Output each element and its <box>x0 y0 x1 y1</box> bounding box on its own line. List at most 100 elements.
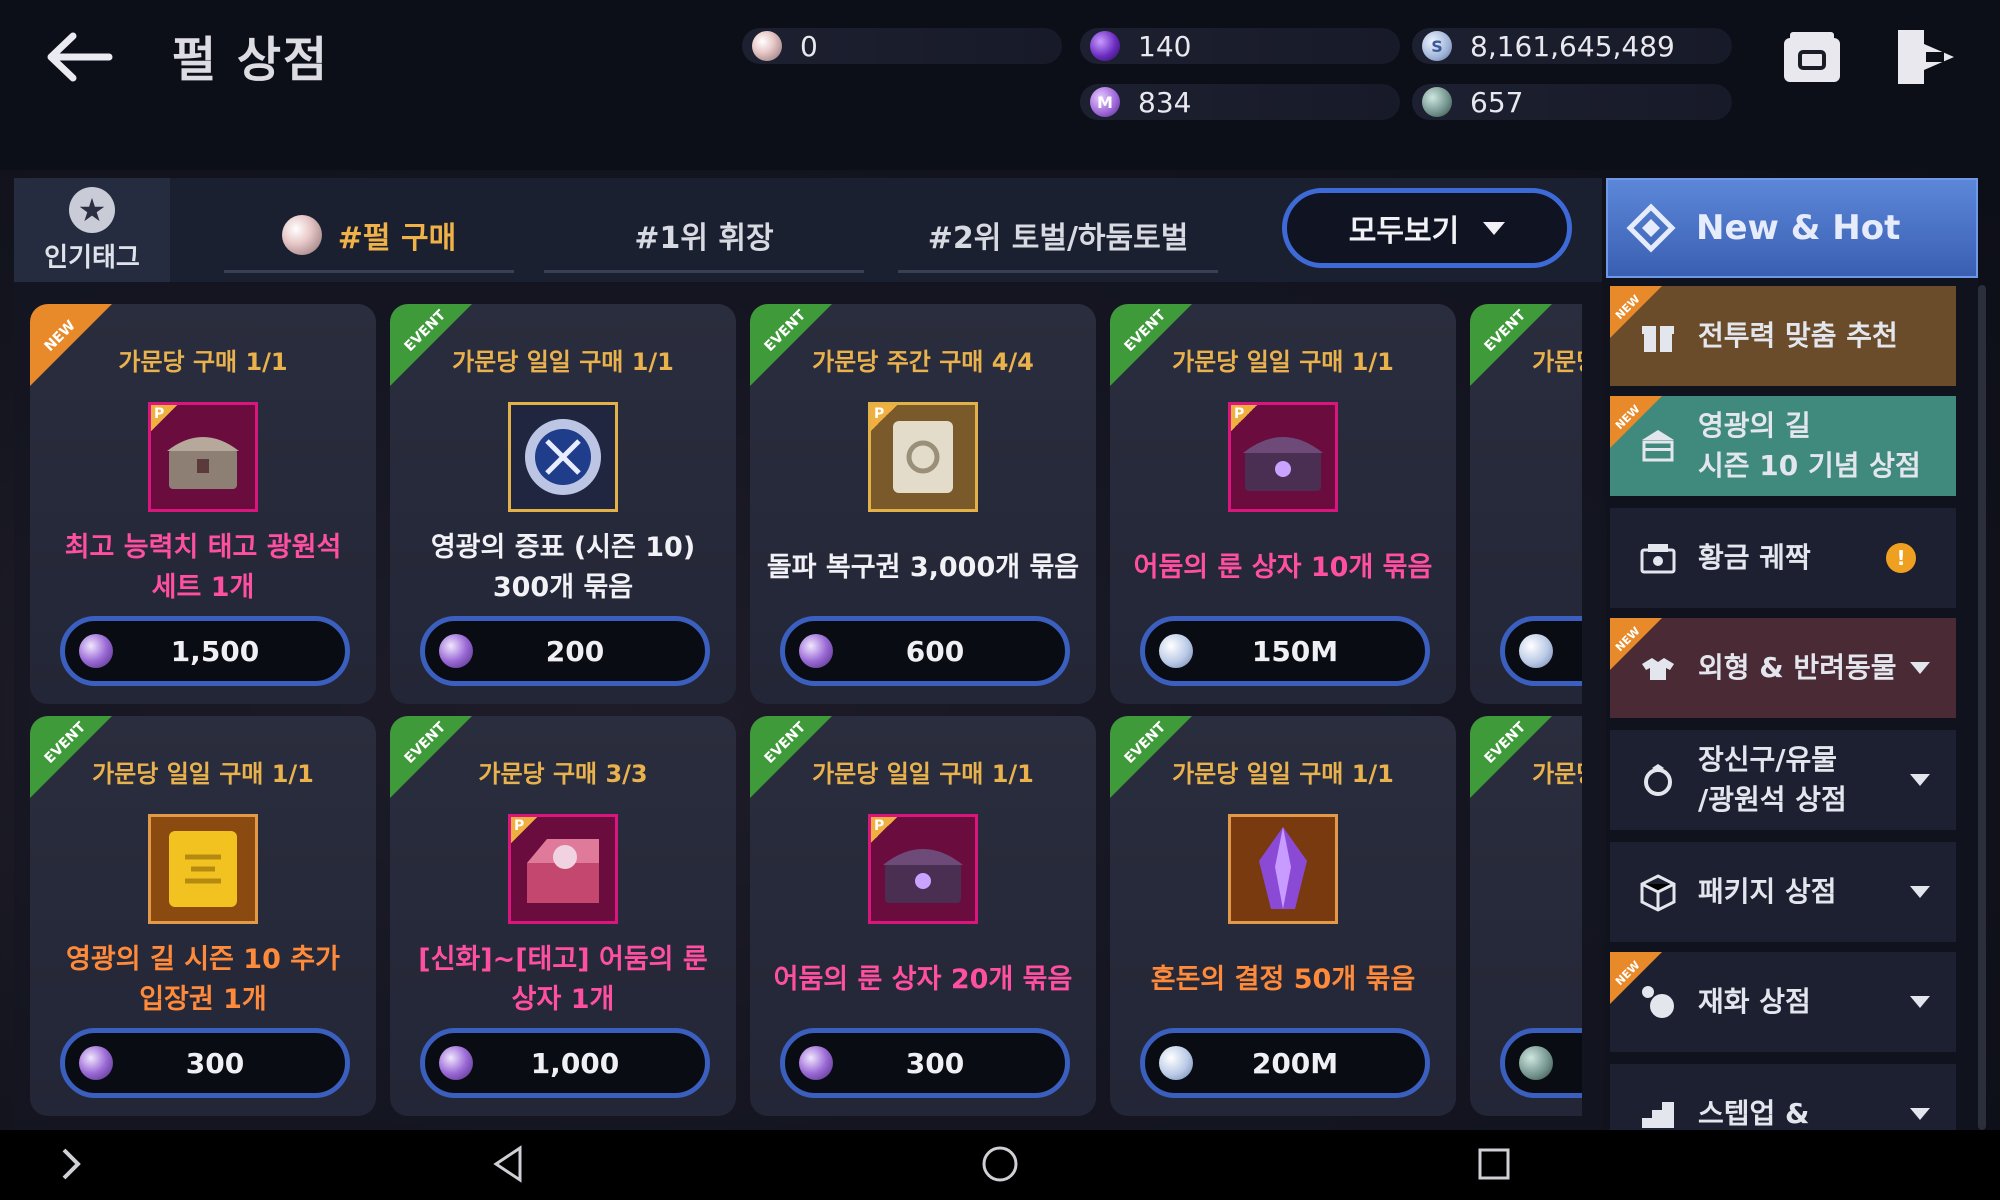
pearl-amount: 0 <box>800 29 818 63</box>
top-bar: 펄 상점 0 140 S 8,161,645,489 M 834 657 <box>0 0 2000 170</box>
silver-currency-icon <box>1519 634 1553 668</box>
item-name: 영광의 증표 (시즌 10) 300개 묶음 <box>400 528 726 608</box>
premium-badge: P <box>871 405 897 431</box>
purchase-limit: 가문당 일일 구매 1/1 <box>1172 348 1394 376</box>
item-thumbnail: P <box>148 402 258 512</box>
purple-currency-icon <box>79 1046 113 1080</box>
price-button[interactable]: 150M <box>1140 616 1430 686</box>
caret-down-icon <box>1910 996 1930 1008</box>
purple-currency-icon <box>79 634 113 668</box>
item-name-line: 최고 능력치 태고 광원석 <box>64 532 342 563</box>
item-name: 어둠의 룬 상자 10개 묶음 <box>1120 548 1446 588</box>
product-card[interactable]: EVENT 가문당 구매 3/3 P [신화]~[태고] 어둠의 룬 상자 1개 1,00… <box>390 716 736 1116</box>
mileage-currency: M 834 <box>1080 84 1400 120</box>
silver-amount: 8,161,645,489 <box>1470 29 1675 63</box>
pearl-currency: 0 <box>742 28 1062 64</box>
item-name: 최고 능력치 태고 광원석 세트 1개 <box>40 528 366 608</box>
product-card[interactable]: EVENT 가문당 일일 구매 1/1 혼돈의 결정 50개 묶음 200M <box>1110 716 1456 1116</box>
product-card[interactable]: EVENT 가문당 일일 구매 1/1 영광의 길 시즌 10 추가 입장권 1개 30… <box>30 716 376 1116</box>
price-button[interactable]: 1,000 <box>420 1028 710 1098</box>
new-ribbon: NEW <box>1610 396 1670 456</box>
view-all-dropdown[interactable]: 모두보기 <box>1282 188 1572 268</box>
purchase-limit: 가문당 주간 구매 4/4 <box>812 348 1034 376</box>
product-grid: NEW 가문당 구매 1/1 P 최고 능력치 태고 광원석 세트 1개 1,500 EVE… <box>14 282 1582 1130</box>
side-menu-label-line: 장신구/유물 <box>1698 743 1838 776</box>
side-menu-item[interactable]: 스텝업 & <box>1610 1064 1956 1130</box>
product-card[interactable]: EVENT 가문당 일일 구매 1/1 영광의 증표 (시즌 10) 300개 묶음 2… <box>390 304 736 704</box>
nav-home-icon[interactable] <box>980 1144 1020 1184</box>
item-name: [신화]~[태고] 어둠의 룬 상자 1개 <box>400 940 726 1020</box>
price-button[interactable] <box>1500 1028 1582 1098</box>
price-button[interactable]: 600 <box>780 616 1070 686</box>
side-menu-label-line: 외형 & 반려동물 <box>1698 651 1897 684</box>
purple-currency-icon <box>439 1046 473 1080</box>
item-thumbnail: P <box>868 814 978 924</box>
chevron-right-icon[interactable] <box>56 1146 86 1182</box>
item-name-line: 어둠의 룬 상자 20개 묶음 <box>773 964 1073 995</box>
purchase-limit: 가문당 일일 구매 1/1 <box>1532 348 1582 376</box>
ring-icon <box>1636 758 1680 802</box>
product-card[interactable]: EVENT 가문당 일일 구매 1/1 P 어둠의 룬 상자 20개 묶음 300 <box>750 716 1096 1116</box>
side-menu-item[interactable]: 황금 궤짝! <box>1610 508 1956 608</box>
new-ribbon: NEW <box>1610 286 1670 346</box>
item-thumbnail <box>1228 814 1338 924</box>
product-card[interactable]: EVENT 가문당 주간 구매 4/4 P 돌파 복구권 3,000개 묶음 600 <box>750 304 1096 704</box>
side-menu-label-line: 스텝업 & <box>1698 1097 1810 1130</box>
page-title: 펄 상점 <box>172 32 330 88</box>
nav-recents-icon[interactable] <box>1474 1144 1514 1184</box>
price-button[interactable] <box>1500 616 1582 686</box>
purple-orb-currency: 140 <box>1080 28 1400 64</box>
purchase-limit: 가문당 일일 구매 1/1 <box>452 348 674 376</box>
side-menu-item[interactable]: NEW 외형 & 반려동물 <box>1610 618 1956 718</box>
star-icon: ★ <box>69 186 115 233</box>
purchase-limit: 가문당 일일 구매 1/1 <box>1172 760 1394 788</box>
item-thumbnail: P <box>508 814 618 924</box>
premium-badge: P <box>511 817 537 843</box>
item-name-line: 돌파 복구권 3,000개 묶음 <box>766 552 1080 583</box>
purchase-limit: 가문당 일일 구매 1/1 <box>92 760 314 788</box>
diamond-icon <box>1626 203 1676 253</box>
popular-tag-label: ★ 인기태그 <box>14 178 170 282</box>
side-menu-item[interactable]: 장신구/유물/광원석 상점 <box>1610 730 1956 830</box>
new-hot-header[interactable]: New & Hot <box>1606 178 1978 278</box>
tag-label: #1위 휘장 <box>634 221 774 256</box>
price-button[interactable]: 200 <box>420 616 710 686</box>
item-name: 크리스탈 <box>1480 960 1582 1000</box>
product-card[interactable]: EVENT 가문당 일일 구매 1/1 P 어둠의 룬 상자 10개 묶음 150M <box>1110 304 1456 704</box>
new-ribbon: NEW <box>1610 952 1670 1012</box>
price-button[interactable]: 1,500 <box>60 616 350 686</box>
price-button[interactable]: 300 <box>60 1028 350 1098</box>
side-menu-item[interactable]: NEW 재화 상점 <box>1610 952 1956 1052</box>
exit-button[interactable] <box>1890 24 1958 90</box>
side-menu-item[interactable]: NEW 영광의 길 시즌 10 기념 상점 <box>1610 396 1956 496</box>
back-button[interactable] <box>38 22 118 92</box>
product-card[interactable]: EVENT가문당 일일 구매 1/1버프 상자 <box>1470 304 1582 704</box>
tag-subjugation[interactable]: #2위 토벌/하둠토벌 <box>898 200 1218 273</box>
purchase-limit: 가문당 일일 구매 1/1 <box>812 760 1034 788</box>
side-scrollbar[interactable] <box>1978 285 1986 1130</box>
product-card[interactable]: EVENT가문당 일일 구매 1/1크리스탈 <box>1470 716 1582 1116</box>
tag-label: #2위 토벌/하둠토벌 <box>927 221 1189 256</box>
new-ribbon: NEW <box>1610 618 1670 678</box>
item-name-line: 영광의 길 시즌 10 추가 <box>66 944 340 975</box>
item-name: 어둠의 룬 상자 20개 묶음 <box>760 960 1086 1000</box>
product-card[interactable]: NEW 가문당 구매 1/1 P 최고 능력치 태고 광원석 세트 1개 1,500 <box>30 304 376 704</box>
caret-down-icon <box>1910 886 1930 898</box>
pearl-icon <box>752 31 782 61</box>
side-menu-item[interactable]: 패키지 상점 <box>1610 842 1956 942</box>
storage-button[interactable] <box>1778 24 1846 90</box>
price-button[interactable]: 200M <box>1140 1028 1430 1098</box>
tag-pearl-purchase[interactable]: #펄 구매 <box>224 200 514 273</box>
price-button[interactable]: 300 <box>780 1028 1070 1098</box>
purple-orb-icon <box>1090 31 1120 61</box>
purple-currency-icon <box>799 1046 833 1080</box>
item-thumbnail <box>148 814 258 924</box>
tag-first-emblem[interactable]: #1위 휘장 <box>544 200 864 273</box>
stepup-icon <box>1636 1092 1680 1130</box>
side-menu-item[interactable]: NEW 전투력 맞춤 추천 <box>1610 286 1956 386</box>
purple-currency-icon <box>799 634 833 668</box>
new-hot-label: New & Hot <box>1696 208 1901 248</box>
nav-back-icon[interactable] <box>490 1144 526 1184</box>
item-name: 영광의 길 시즌 10 추가 입장권 1개 <box>40 940 366 1020</box>
side-menu-label-line: 재화 상점 <box>1698 985 1811 1018</box>
